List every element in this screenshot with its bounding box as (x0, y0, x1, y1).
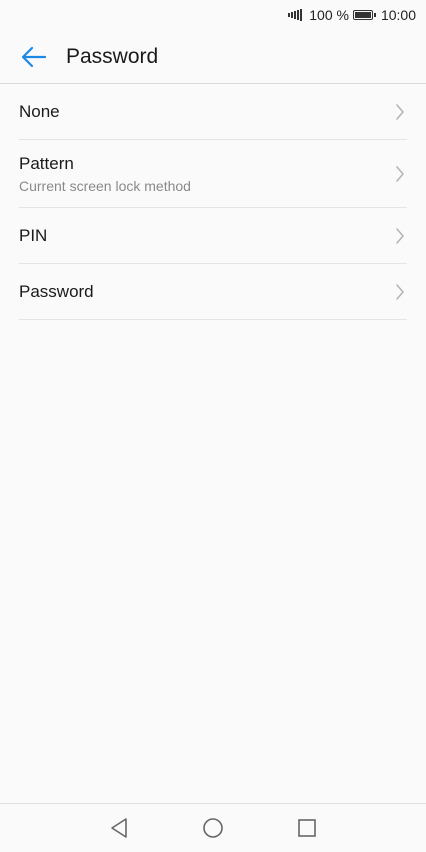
option-title: Password (19, 281, 94, 301)
option-title: Pattern (19, 153, 74, 173)
circle-home-icon (203, 818, 223, 838)
arrow-left-icon (21, 46, 47, 67)
clock: 10:00 (380, 7, 416, 23)
chevron-right-icon (396, 103, 404, 120)
nav-recents-button[interactable] (292, 813, 322, 843)
option-pin[interactable]: PIN (19, 208, 407, 264)
option-subtitle: Current screen lock method (19, 177, 191, 194)
option-password[interactable]: Password (19, 264, 407, 320)
chevron-right-icon (396, 283, 404, 300)
nav-back-button[interactable] (104, 813, 134, 843)
square-recents-icon (298, 819, 316, 837)
navigation-bar (0, 803, 426, 852)
battery-icon (352, 10, 376, 20)
back-button[interactable] (19, 42, 49, 72)
app-header: Password (0, 30, 426, 84)
chevron-right-icon (396, 165, 404, 182)
screen: 100 % 10:00 Password None Pattern Curren… (0, 0, 426, 852)
option-none[interactable]: None (19, 84, 407, 140)
nav-home-button[interactable] (198, 813, 228, 843)
option-title: None (19, 101, 60, 121)
option-pattern[interactable]: Pattern Current screen lock method (19, 140, 407, 208)
battery-percent: 100 % (309, 7, 349, 23)
chevron-right-icon (396, 227, 404, 244)
lock-method-list: None Pattern Current screen lock method … (19, 84, 407, 320)
option-title: PIN (19, 225, 48, 245)
page-title: Password (66, 44, 159, 68)
signal-icon (287, 9, 303, 21)
status-bar: 100 % 10:00 (0, 0, 426, 30)
triangle-back-icon (111, 818, 127, 838)
